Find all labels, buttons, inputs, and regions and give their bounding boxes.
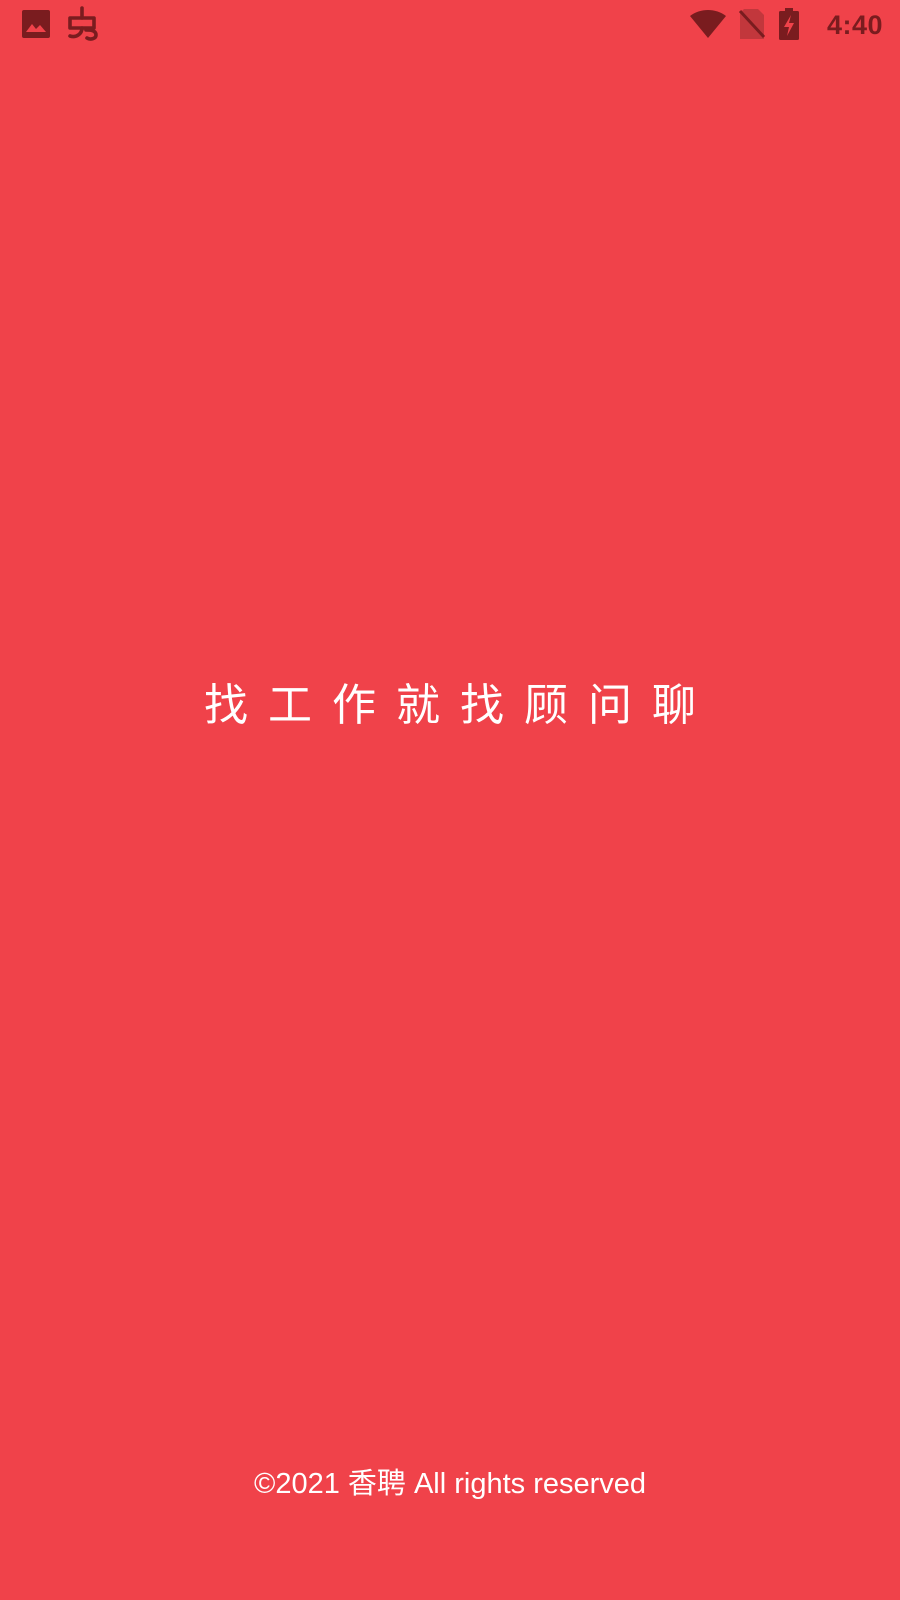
image-icon [22, 10, 50, 38]
status-bar: 4:40 [0, 0, 900, 50]
wifi-icon [690, 10, 726, 38]
slogan: 找工作就找顾问聊 [204, 681, 716, 730]
no-sim-icon [738, 9, 766, 39]
bug-icon [68, 6, 98, 41]
copyright-text: ©2021 香聘 All rights reserved [253, 1468, 647, 1500]
battery-charging-icon [779, 8, 799, 40]
splash-screen: 4:40 找工作就找顾问聊 ©2021 香聘 All rights reserv… [0, 0, 900, 1600]
status-time: 4:40 [826, 10, 883, 40]
